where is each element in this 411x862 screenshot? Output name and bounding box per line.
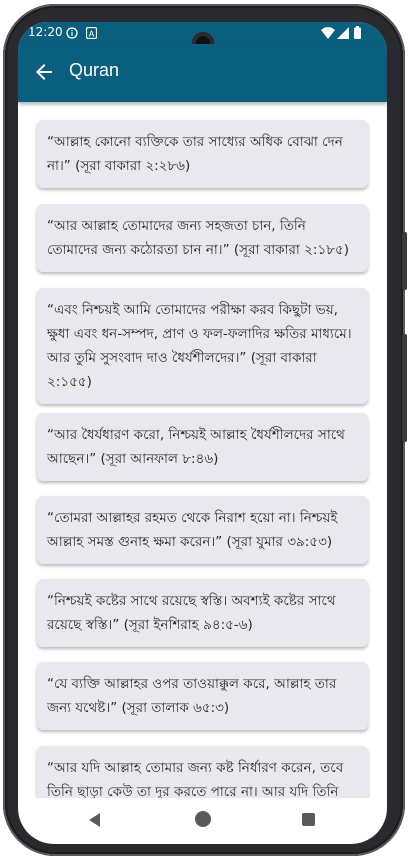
verse-list[interactable]: “আল্লাহ কোনো ব্যক্তিকে তার সাধ্যের অধিক … bbox=[18, 102, 387, 798]
notification-a-icon: A bbox=[86, 27, 97, 39]
screen: 12:20 A Quran “আল্লাহ কোনো ব্যক্তিকে তার… bbox=[18, 22, 387, 798]
verse-card[interactable]: “তোমরা আল্লাহর রহমত থেকে নিরাশ হয়ো না। … bbox=[37, 496, 368, 564]
signal-icon bbox=[337, 27, 349, 39]
circle-home-icon[interactable] bbox=[195, 811, 211, 827]
battery-icon bbox=[354, 26, 361, 39]
status-time: 12:20 bbox=[28, 25, 63, 39]
wifi-icon bbox=[321, 27, 335, 39]
power-button bbox=[402, 334, 407, 442]
verse-card[interactable]: “এবং নিশ্চয়ই আমি তোমাদের পরীক্ষা করব কি… bbox=[37, 288, 368, 404]
page-title: Quran bbox=[69, 60, 120, 80]
square-recents-icon[interactable] bbox=[302, 813, 315, 826]
verse-card[interactable]: “আর যদি আল্লাহ তোমার জন্য কষ্ট নির্ধারণ … bbox=[37, 746, 368, 798]
system-nav-bar bbox=[18, 798, 387, 844]
verse-card[interactable]: “নিশ্চয়ই কষ্টের সাথে রয়েছে স্বস্তি। অব… bbox=[37, 579, 368, 647]
arrow-left-icon[interactable] bbox=[32, 60, 56, 84]
verse-card[interactable]: “আল্লাহ কোনো ব্যক্তিকে তার সাধ্যের অধিক … bbox=[37, 120, 368, 188]
triangle-back-icon[interactable] bbox=[89, 813, 100, 827]
info-circle-icon bbox=[66, 27, 78, 39]
app-bar: Quran bbox=[18, 44, 387, 102]
verse-card[interactable]: “যে ব্যক্তি আল্লাহর ওপর তাওয়াক্কুল করে,… bbox=[37, 662, 368, 730]
verse-card[interactable]: “আর আল্লাহ তোমাদের জন্য সহজতা চান, তিনি … bbox=[37, 204, 368, 272]
verse-card[interactable]: “আর ধৈর্যধারণ করো, নিশ্চয়ই আল্লাহ ধৈর্য… bbox=[37, 413, 368, 481]
volume-button bbox=[402, 232, 407, 290]
svg-text:A: A bbox=[89, 30, 95, 39]
